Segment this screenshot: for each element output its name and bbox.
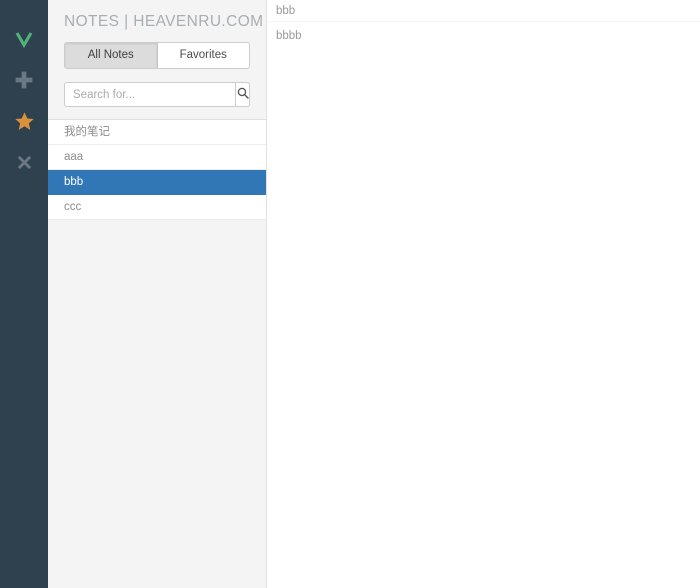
notes-list[interactable]: 我的笔记 aaa bbb ccc (48, 120, 266, 588)
delete-note-button[interactable] (7, 145, 41, 179)
page-title: NOTES | HEAVENRU.COM (64, 13, 264, 30)
tab-favorites[interactable]: Favorites (157, 43, 249, 68)
search-button[interactable] (235, 82, 250, 107)
notes-app-window: NOTES | HEAVENRU.COM All Notes Favorites (0, 0, 700, 588)
new-note-button[interactable] (7, 63, 41, 97)
search-icon (237, 87, 249, 102)
plus-icon (14, 70, 34, 90)
action-rail (0, 0, 48, 588)
star-icon (14, 111, 35, 132)
search-bar (64, 82, 250, 107)
search-input[interactable] (64, 82, 235, 107)
list-item[interactable]: ccc (48, 195, 266, 220)
list-item[interactable]: bbb (48, 170, 266, 195)
notes-filter-tabs: All Notes Favorites (64, 42, 250, 69)
notes-panel: NOTES | HEAVENRU.COM All Notes Favorites (48, 0, 267, 588)
list-item[interactable]: 我的笔记 (48, 120, 266, 145)
note-title-field[interactable]: bbb (267, 0, 700, 22)
note-content-field[interactable]: bbbb (267, 22, 700, 588)
list-item[interactable]: aaa (48, 145, 266, 170)
close-icon (15, 153, 34, 172)
tab-all-notes[interactable]: All Notes (65, 43, 158, 68)
notes-panel-header: NOTES | HEAVENRU.COM All Notes Favorites (48, 0, 266, 120)
note-editor: bbb bbbb (267, 0, 700, 588)
check-icon (13, 28, 35, 50)
favorite-note-button[interactable] (7, 104, 41, 138)
save-note-button[interactable] (7, 22, 41, 56)
